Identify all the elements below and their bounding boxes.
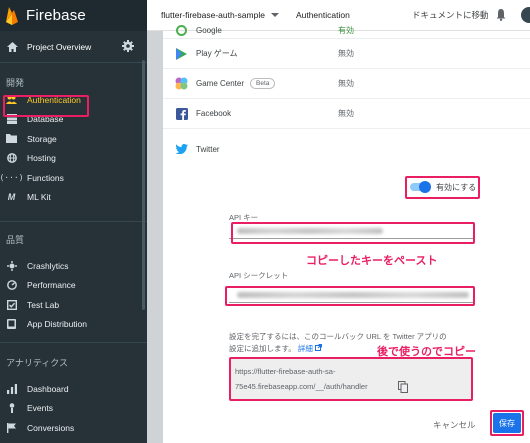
sidebar-item-hosting[interactable]: Hosting [0,149,147,169]
firebase-logo-icon [6,6,18,25]
provider-name: Google [196,26,222,35]
provider-status: 無効 [338,109,354,118]
sidebar-item-label: Storage [27,133,57,144]
api-secret-label: API シークレット [229,271,289,280]
dialog-header: Twitter [163,141,220,157]
sidebar-item-test-lab[interactable]: Test Lab [0,295,147,315]
page-title: Authentication [295,10,350,20]
game-center-icon [175,77,188,90]
external-link-icon[interactable] [314,344,322,351]
sidebar-scrollbar[interactable] [142,60,145,310]
save-button[interactable]: 保存 [493,413,521,433]
avatar[interactable] [521,7,530,23]
sidebar-item-database[interactable]: Database [0,110,147,130]
sidebar-item-label: Crashlytics [27,260,69,271]
sidebar-item-performance[interactable]: Performance [0,276,147,296]
toggle-label: 有効にする [436,182,477,192]
provider-status: 無効 [338,79,354,88]
sidebar-item-label: App Distribution [27,319,88,330]
play-games-icon [175,47,188,60]
folder-icon [6,133,17,144]
chevron-down-icon[interactable] [270,13,279,17]
provider-status: 無効 [338,49,354,58]
sidebar-item-functions[interactable]: (···) Functions [0,168,147,188]
speedometer-icon [6,280,17,291]
home-icon [7,41,18,52]
twitter-config-dialog: Twitter 有効にする API キー コピーしたキーをペースト API シー… [163,143,530,443]
annotation-copy-later: 後で使うのでコピー [377,346,476,358]
beta-badge: Beta [250,78,276,89]
annotation-paste: コピーしたキーをペースト [306,255,438,267]
callback-url-line: 75e45.firebaseapp.com/__/auth/handler [235,382,368,391]
sidebar-item-dashboard[interactable]: Dashboard [0,379,147,399]
toggle-knob[interactable] [419,181,431,193]
provider-name: Facebook [196,109,232,118]
database-icon [6,114,17,125]
api-secret-field[interactable] [229,285,473,303]
copy-icon[interactable] [398,381,408,393]
project-overview-label: Project Overview [27,41,92,52]
ml-kit-icon: M [7,192,16,203]
app-distribution-icon [6,319,17,330]
dialog-provider-name: Twitter [196,144,220,154]
sidebar-item-label: Performance [27,280,76,291]
test-lab-icon [6,299,17,310]
provider-row-google[interactable]: Google 有効 [163,23,530,39]
sidebar-item-label: Functions [27,172,64,183]
provider-row-facebook[interactable]: Facebook 無効 [163,99,530,129]
sidebar-item-events[interactable]: Events [0,399,147,419]
section-quality-title: 品質 [6,235,25,245]
flag-icon [6,422,17,433]
sidebar-item-ml-kit[interactable]: M ML Kit [0,188,147,208]
project-overview-link[interactable]: Project Overview [0,31,147,63]
docs-link[interactable]: ドキュメントに移動 [412,9,489,21]
provider-row-play-games[interactable]: Play ゲーム 無効 [163,39,530,69]
google-icon [175,24,188,37]
sidebar-item-label: Authentication [27,94,81,105]
sidebar: Firebase Project Overview 開発 Authenticat… [0,0,147,443]
redacted-value [237,228,383,234]
provider-list: Google 有効 Play ゲーム 無効 Game Center Beta 無… [163,25,530,143]
functions-icon: (···) [0,173,24,183]
sidebar-item-label: Conversions [27,422,75,433]
brand[interactable]: Firebase [0,0,147,31]
gear-icon[interactable] [122,40,134,52]
bell-icon[interactable] [496,9,506,21]
sidebar-item-label: Hosting [27,153,56,164]
sidebar-divider [0,221,147,222]
api-key-field[interactable] [229,221,473,239]
sidebar-item-app-distribution[interactable]: App Distribution [0,315,147,335]
crashlytics-icon [6,260,17,271]
details-link[interactable]: 詳細 [298,344,313,353]
facebook-icon [175,107,188,120]
callback-url-box[interactable]: https://flutter-firebase-auth-sa- 75e45.… [231,359,471,399]
redacted-value [237,292,469,298]
provider-name: Game Center [196,79,245,88]
sidebar-divider [0,342,147,343]
project-selector[interactable]: flutter-firebase-auth-sample [161,10,265,20]
sidebar-item-authentication[interactable]: Authentication [0,90,147,110]
sidebar-item-crashlytics[interactable]: Crashlytics [0,256,147,276]
section-analytics-title: アナリティクス [6,358,69,368]
users-icon [6,94,17,105]
bar-chart-icon [6,383,17,394]
sidebar-item-label: Database [27,114,64,125]
provider-row-game-center[interactable]: Game Center Beta 無効 [163,69,530,99]
sidebar-item-storage[interactable]: Storage [0,129,147,149]
cancel-button[interactable]: キャンセル [433,419,476,431]
twitter-icon [175,143,188,156]
sidebar-item-conversions[interactable]: Conversions [0,418,147,438]
sidebar-item-label: Events [27,403,53,414]
provider-name: Play ゲーム [196,49,238,58]
toggle-track[interactable] [410,181,431,193]
enable-toggle[interactable]: 有効にする [407,177,479,197]
sidebar-item-label: ML Kit [27,192,51,203]
sidebar-item-label: Dashboard [27,383,69,394]
brand-name: Firebase [26,7,86,24]
sidebar-item-label: Test Lab [27,299,60,310]
callback-url-line: https://flutter-firebase-auth-sa- [235,367,336,376]
globe-icon [6,153,17,164]
provider-status: 有効 [338,26,354,35]
events-icon [6,403,17,414]
